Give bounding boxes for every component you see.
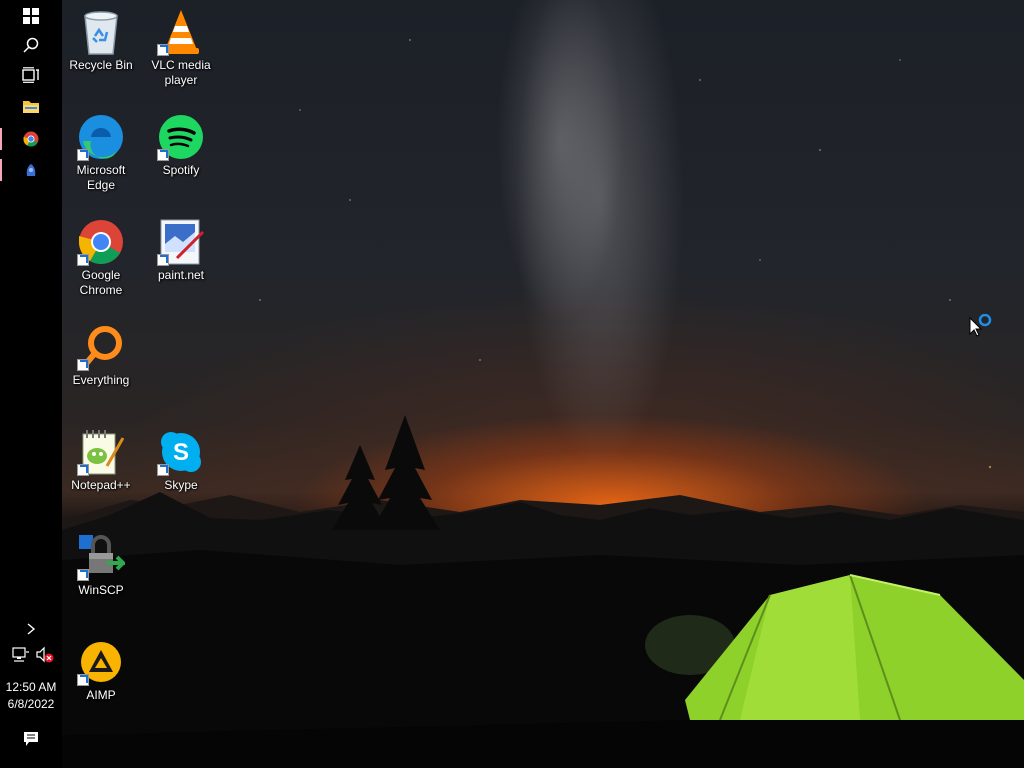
start-button[interactable] [0,1,62,31]
desktop-icon-label: Spotify [162,163,200,177]
chrome-icon [23,131,39,147]
desktop-icon-label: Microsoft Edge [76,163,126,192]
desktop-icon-paintnet[interactable]: paint.net [142,212,220,312]
network-button[interactable] [12,646,30,664]
folder-icon [23,101,39,113]
action-center-button[interactable] [0,724,62,754]
app-icon [26,164,36,176]
file-explorer-button[interactable] [0,92,62,122]
desktop-icon-skype[interactable]: S Skype [142,422,220,522]
desktop-icon-label: Google Chrome [79,268,123,297]
taskbar: 12:50 AM 6/8/2022 [0,0,62,768]
shortcut-arrow-icon [77,149,89,161]
shortcut-arrow-icon [77,674,89,686]
clock-date[interactable]: 6/8/2022 [0,696,62,712]
desktop-icon-label: Skype [164,478,198,492]
search-icon [23,37,39,53]
shortcut-arrow-icon [157,149,169,161]
desktop-icon-chrome[interactable]: Google Chrome [62,212,140,312]
app-taskbar-button[interactable] [0,155,62,185]
action-center-icon [24,732,38,746]
desktop-icon-label: Everything [72,373,130,387]
shortcut-arrow-icon [77,569,89,581]
shortcut-arrow-icon [77,254,89,266]
shortcut-arrow-icon [157,254,169,266]
show-hidden-icons-button[interactable] [0,614,62,644]
desktop-icon-everything[interactable]: Everything [62,317,140,417]
desktop-icon-label: Recycle Bin [69,58,133,72]
desktop-icon-notepadpp[interactable]: Notepad++ [62,422,140,522]
task-view-button[interactable] [0,60,62,90]
busy-pointer-icon [969,314,992,337]
desktop-icon-vlc[interactable]: VLC media player [142,2,220,102]
search-button[interactable] [0,30,62,60]
shortcut-arrow-icon [157,464,169,476]
desktop-icon-aimp[interactable]: AIMP [62,632,140,732]
volume-muted-icon [36,646,54,663]
desktop-icon-label: WinSCP [78,583,124,597]
clock-time[interactable]: 12:50 AM [0,679,62,695]
volume-button[interactable] [36,646,56,664]
svg-text:S: S [173,439,189,466]
task-view-icon [22,67,39,83]
shortcut-arrow-icon [77,359,89,371]
desktop-icon-label: paint.net [157,268,205,282]
desktop-icon-label: VLC media player [151,58,211,87]
shortcut-arrow-icon [77,464,89,476]
show-hidden-icons-icon [27,623,36,635]
desktop-icon-label: AIMP [86,688,116,702]
desktop-icon-label: Notepad++ [71,478,131,492]
windows-logo-icon [23,8,39,24]
shortcut-arrow-icon [157,44,169,56]
desktop-icon-winscp[interactable]: WinSCP [62,527,140,627]
recycle-bin-icon [84,11,118,55]
network-icon [12,647,29,662]
desktop-icon-spotify[interactable]: Spotify [142,107,220,207]
desktop-icon-edge[interactable]: Microsoft Edge [62,107,140,207]
chrome-taskbar-button[interactable] [0,124,62,154]
desktop-icon-recycle-bin[interactable]: Recycle Bin [62,2,140,102]
